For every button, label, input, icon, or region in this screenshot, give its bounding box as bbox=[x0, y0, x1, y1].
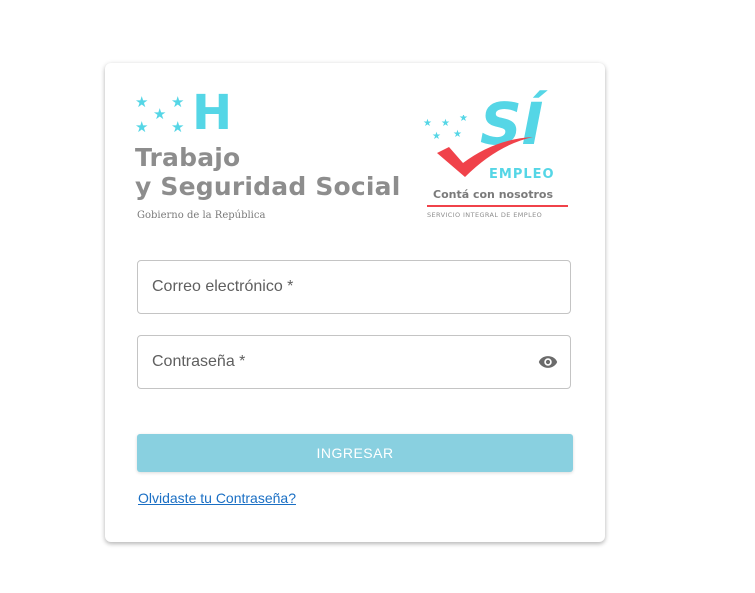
stars-icon: ★ ★ ★ ★ ★ bbox=[135, 94, 185, 136]
forgot-password-link[interactable]: Olvidaste tu Contraseña? bbox=[138, 490, 296, 506]
ministry-title-line1: Trabajo bbox=[135, 143, 241, 172]
ministry-title: Trabajo y Seguridad Social bbox=[135, 143, 401, 201]
email-field[interactable]: Correo electrónico * bbox=[137, 260, 571, 314]
trabajo-logo: ★ ★ ★ ★ ★ H Trabajo y Seguridad Social G… bbox=[135, 87, 405, 228]
si-empleo-logo: ★ ★ ★ ★ ★ SÍ EMPLEO Contá con nosotros S… bbox=[423, 91, 573, 227]
svg-text:★: ★ bbox=[441, 118, 450, 129]
login-button[interactable]: INGRESAR bbox=[137, 434, 573, 472]
svg-text:★: ★ bbox=[459, 115, 468, 124]
login-card: ★ ★ ★ ★ ★ H Trabajo y Seguridad Social G… bbox=[105, 63, 605, 542]
eye-icon[interactable] bbox=[536, 352, 560, 372]
h-logo-mark: H bbox=[192, 85, 233, 141]
email-field-label: Correo electrónico * bbox=[152, 278, 294, 295]
svg-text:★: ★ bbox=[423, 118, 432, 129]
government-subtitle: Gobierno de la República bbox=[137, 210, 266, 221]
slogan-text: Contá con nosotros bbox=[433, 188, 553, 201]
ministry-title-line2: y Seguridad Social bbox=[135, 172, 401, 201]
empleo-wordmark: EMPLEO bbox=[489, 167, 555, 182]
service-text: SERVICIO INTEGRAL DE EMPLEO bbox=[427, 211, 543, 219]
password-field-label: Contraseña * bbox=[152, 353, 246, 370]
password-field[interactable]: Contraseña * bbox=[137, 335, 571, 389]
slogan-underline bbox=[427, 205, 568, 207]
